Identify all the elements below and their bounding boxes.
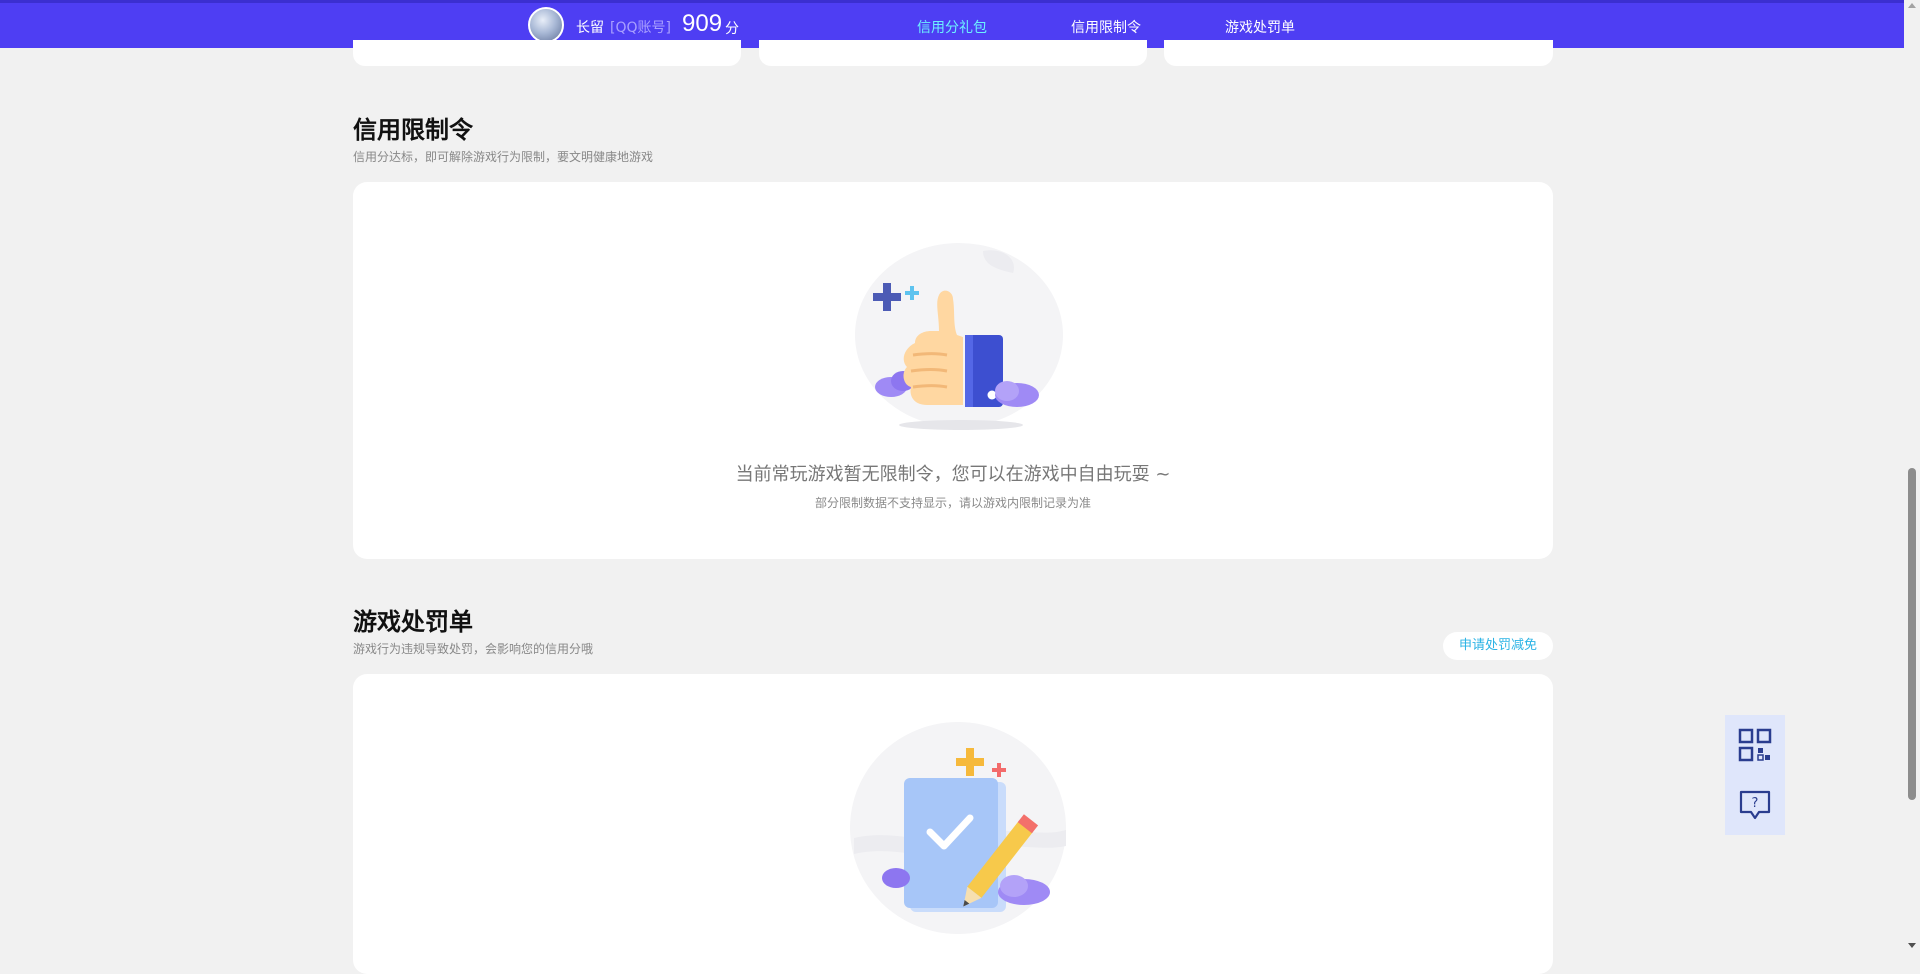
penalty-section-subtitle: 游戏行为违规导致处罚，会影响您的信用分哦 bbox=[353, 642, 594, 656]
restriction-section-title: 信用限制令 bbox=[353, 116, 473, 144]
penalty-section-title: 游戏处罚单 bbox=[353, 608, 473, 636]
penalty-empty-card bbox=[353, 674, 1553, 974]
credit-score-unit: 分 bbox=[725, 21, 739, 37]
appeal-penalty-button[interactable]: 申请处罚减免 bbox=[1443, 632, 1553, 660]
restriction-section-subtitle: 信用分达标，即可解除游戏行为限制，要文明健康地游戏 bbox=[353, 150, 654, 164]
help-chat-icon: ? bbox=[1739, 790, 1771, 820]
tab-credit-gift[interactable]: 信用分礼包 bbox=[917, 17, 987, 37]
restriction-empty-note: 部分限制数据不支持显示，请以游戏内限制记录为准 bbox=[814, 496, 1091, 510]
credit-score: 909 bbox=[682, 10, 723, 37]
scroll-up-arrow-icon[interactable] bbox=[1908, 3, 1916, 8]
gift-card bbox=[353, 40, 741, 66]
restriction-empty-message: 当前常玩游戏暂无限制令，您可以在游戏中自由玩耍 ~ bbox=[735, 464, 1171, 485]
svg-text:?: ? bbox=[1752, 796, 1759, 811]
tab-game-penalty[interactable]: 游戏处罚单 bbox=[1225, 17, 1295, 37]
thumbs-up-icon bbox=[855, 243, 1063, 430]
scrollbar-thumb[interactable] bbox=[1908, 468, 1916, 800]
tab-credit-restriction[interactable]: 信用限制令 bbox=[1071, 17, 1141, 37]
gift-card bbox=[759, 40, 1147, 66]
help-chat-button[interactable]: ? bbox=[1725, 775, 1785, 835]
gift-card bbox=[1164, 40, 1553, 66]
checklist-pencil-icon bbox=[850, 722, 1066, 934]
restriction-empty-card: 当前常玩游戏暂无限制令，您可以在游戏中自由玩耍 ~ 部分限制数据不支持显示，请以… bbox=[353, 182, 1553, 559]
scroll-down-arrow-icon[interactable] bbox=[1908, 943, 1916, 948]
avatar[interactable] bbox=[528, 7, 564, 43]
username: 长留 bbox=[576, 20, 604, 36]
qr-code-button[interactable] bbox=[1725, 715, 1785, 775]
qr-code-icon bbox=[1738, 728, 1772, 762]
account-type-label: [QQ账号] bbox=[610, 20, 671, 36]
